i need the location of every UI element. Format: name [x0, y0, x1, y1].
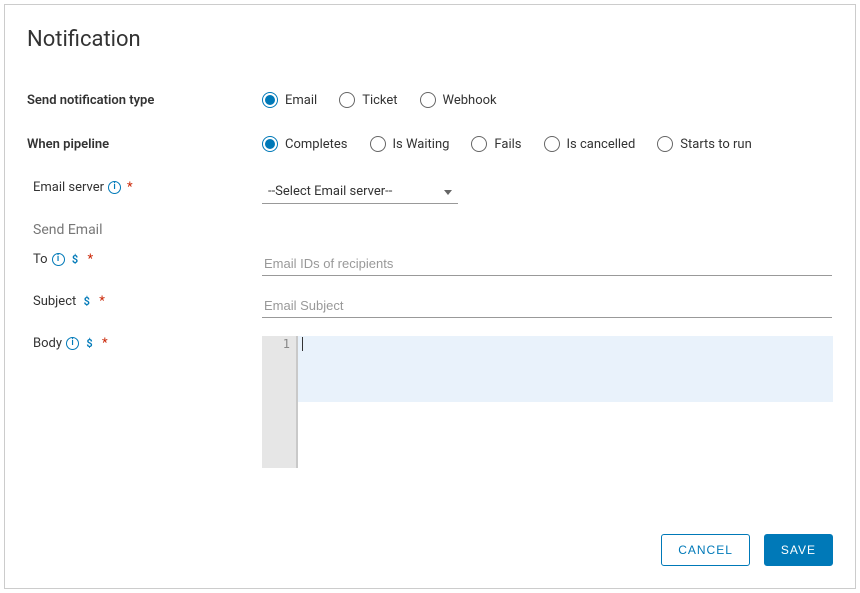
radio-label: Email — [285, 93, 317, 108]
subject-input[interactable] — [262, 294, 832, 318]
save-button[interactable]: SAVE — [764, 534, 833, 566]
when-pipeline-label: When pipeline — [27, 137, 262, 152]
notification-type-row: Send notification type Email Ticket Webh… — [27, 92, 833, 108]
radio-is-waiting[interactable]: Is Waiting — [370, 136, 450, 152]
required-icon: * — [88, 252, 94, 267]
cancel-button[interactable]: CANCEL — [661, 534, 750, 566]
body-editor[interactable]: 1 — [262, 336, 833, 468]
editor-cursor — [302, 337, 303, 351]
line-number: 1 — [262, 337, 290, 351]
radio-email[interactable]: Email — [262, 92, 317, 108]
radio-label: Is Waiting — [393, 137, 450, 152]
radio-icon — [370, 136, 386, 152]
subject-label: Subject $ * — [27, 294, 262, 309]
label-text: Email server — [33, 180, 104, 195]
radio-label: Is cancelled — [567, 137, 636, 152]
label-text: To — [33, 252, 48, 267]
notification-type-label: Send notification type — [27, 93, 262, 108]
radio-label: Starts to run — [680, 137, 751, 152]
notification-type-radio-group: Email Ticket Webhook — [262, 92, 497, 108]
radio-icon — [544, 136, 560, 152]
email-server-row: Email server i * --Select Email server-- — [27, 180, 833, 204]
radio-icon — [262, 92, 278, 108]
radio-icon — [262, 136, 278, 152]
info-icon[interactable]: i — [108, 181, 121, 194]
to-input[interactable] — [262, 252, 832, 276]
subject-row: Subject $ * — [27, 294, 833, 318]
required-icon: * — [99, 294, 105, 309]
label-text: Body — [33, 336, 62, 351]
select-value: --Select Email server-- — [268, 184, 392, 199]
dollar-icon[interactable]: $ — [69, 253, 82, 266]
editor-gutter: 1 — [262, 336, 298, 468]
radio-fails[interactable]: Fails — [471, 136, 521, 152]
radio-webhook[interactable]: Webhook — [420, 92, 497, 108]
radio-is-cancelled[interactable]: Is cancelled — [544, 136, 636, 152]
radio-label: Ticket — [362, 93, 397, 108]
radio-completes[interactable]: Completes — [262, 136, 348, 152]
radio-icon — [420, 92, 436, 108]
required-icon: * — [102, 336, 108, 351]
radio-starts-to-run[interactable]: Starts to run — [657, 136, 751, 152]
radio-icon — [657, 136, 673, 152]
radio-ticket[interactable]: Ticket — [339, 92, 397, 108]
radio-label: Completes — [285, 137, 348, 152]
label-text: Subject — [33, 294, 76, 309]
info-icon[interactable]: i — [66, 337, 79, 350]
when-pipeline-radio-group: Completes Is Waiting Fails Is cancelled … — [262, 136, 752, 152]
to-label: To i $ * — [27, 252, 262, 267]
required-icon: * — [127, 180, 133, 195]
dialog-footer: CANCEL SAVE — [661, 534, 833, 566]
info-icon[interactable]: i — [52, 253, 65, 266]
email-config-section: Email server i * --Select Email server--… — [27, 180, 833, 468]
radio-label: Fails — [494, 137, 521, 152]
body-row: Body i $ * 1 — [27, 336, 833, 468]
to-row: To i $ * — [27, 252, 833, 276]
dialog-title: Notification — [27, 27, 833, 52]
email-server-select[interactable]: --Select Email server-- — [262, 180, 458, 204]
radio-label: Webhook — [443, 93, 497, 108]
editor-body — [298, 336, 833, 468]
editor-active-line[interactable] — [298, 336, 833, 402]
dollar-icon[interactable]: $ — [80, 295, 93, 308]
when-pipeline-row: When pipeline Completes Is Waiting Fails… — [27, 136, 833, 152]
dollar-icon[interactable]: $ — [83, 337, 96, 350]
send-email-heading: Send Email — [27, 222, 833, 238]
radio-icon — [471, 136, 487, 152]
notification-dialog: Notification Send notification type Emai… — [4, 4, 856, 589]
editor-empty-area[interactable] — [298, 402, 833, 468]
radio-icon — [339, 92, 355, 108]
email-server-label: Email server i * — [27, 180, 262, 195]
body-label: Body i $ * — [27, 336, 262, 351]
